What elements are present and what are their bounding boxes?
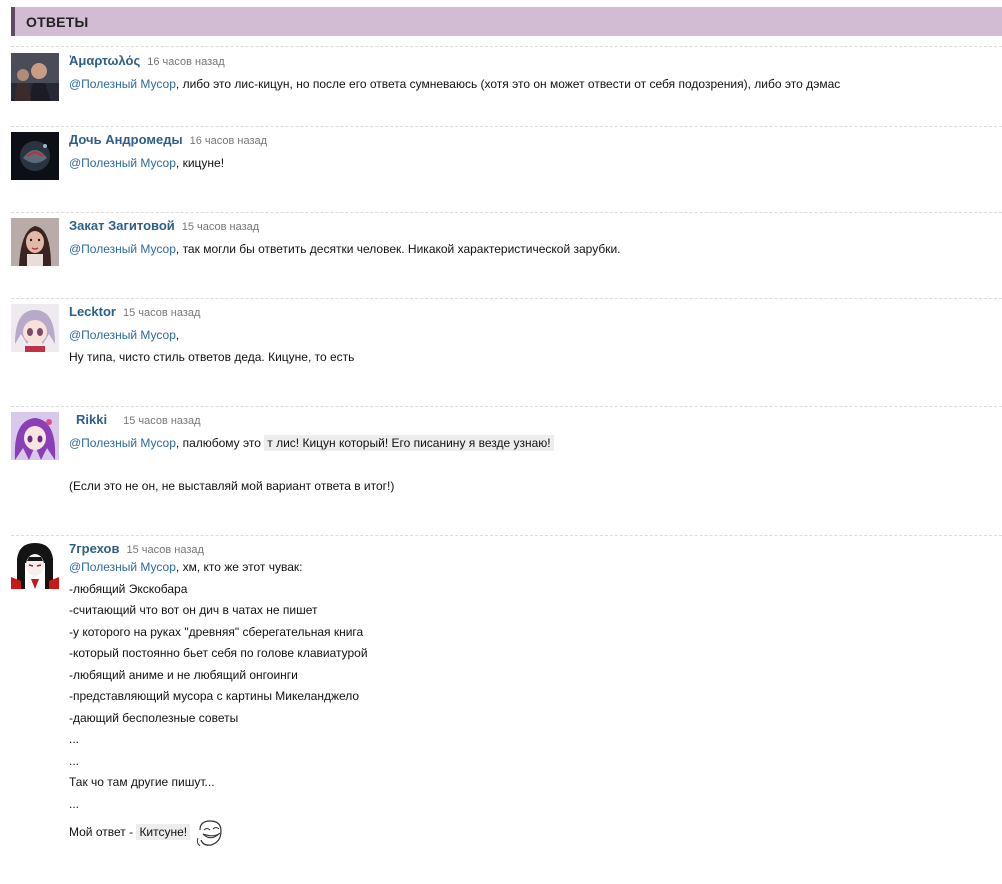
list-line: ... bbox=[69, 753, 80, 768]
comment-meta: 7грехов 15 часов назад bbox=[69, 541, 204, 556]
separator bbox=[11, 212, 1002, 213]
list-line: -у которого на руках "древняя" сберегате… bbox=[69, 624, 364, 639]
comment-meta: Rikki 15 часов назад bbox=[76, 412, 201, 427]
author-link[interactable]: Закат Загитовой bbox=[69, 218, 175, 233]
mention-link[interactable]: @Полезный Мусор bbox=[69, 156, 176, 170]
timestamp: 16 часов назад bbox=[147, 56, 225, 68]
list-line: Так чо там другие пишут... bbox=[69, 775, 215, 789]
author-link[interactable]: 7грехов bbox=[69, 541, 119, 556]
list-line: ... bbox=[69, 732, 80, 746]
text-fragment: , кицуне! bbox=[175, 156, 225, 170]
comment-text: @Полезный Мусор, либо это лис-кицун, но … bbox=[69, 74, 999, 96]
separator bbox=[11, 298, 1002, 299]
mention-link[interactable]: @Полезный Мусор bbox=[69, 560, 176, 574]
timestamp: 15 часов назад bbox=[123, 415, 201, 427]
separator bbox=[11, 46, 1002, 47]
section-title: ОТВЕТЫ bbox=[26, 14, 89, 30]
mention-link[interactable]: @Полезный Мусор bbox=[69, 328, 176, 342]
section-header: ОТВЕТЫ bbox=[11, 7, 1002, 36]
separator bbox=[11, 406, 1002, 407]
list-line: -любящий Экскобара bbox=[69, 581, 188, 596]
text-fragment: , хм, кто же этот чувак: bbox=[175, 560, 303, 574]
text-fragment: , bbox=[175, 328, 180, 342]
timestamp: 16 часов назад bbox=[189, 135, 268, 147]
list-line: -который постоянно бьет себя по голове к… bbox=[69, 646, 368, 660]
troll-face-emoticon-icon bbox=[194, 818, 224, 848]
mention-link[interactable]: @Полезный Мусор bbox=[69, 77, 176, 91]
author-link[interactable]: Ἀμαρτωλός bbox=[69, 53, 140, 68]
author-link[interactable]: Rikki bbox=[76, 412, 107, 427]
comment-meta: Ἀμαρτωλός 16 часов назад bbox=[69, 53, 225, 68]
separator bbox=[11, 126, 1002, 127]
timestamp: 15 часов назад bbox=[181, 221, 260, 233]
highlighted-answer: Китсуне! bbox=[136, 824, 191, 841]
answer-prefix: Мой ответ - bbox=[69, 825, 137, 840]
comment-meta: Lecktor 15 часов назад bbox=[69, 304, 200, 319]
mention-link[interactable]: @Полезный Мусор bbox=[69, 436, 176, 450]
timestamp: 15 часов назад bbox=[126, 544, 204, 556]
text-fragment: , либо это лис-кицун, но после его ответ… bbox=[175, 77, 841, 91]
comment-text: @Полезный Мусор, палюбому это т лис! Киц… bbox=[69, 433, 999, 498]
list-line: -представляющий мусора с картины Микелан… bbox=[69, 689, 360, 703]
comment-text: @Полезный Мусор, Ну типа, чисто стиль от… bbox=[69, 325, 999, 368]
comment-meta: Дочь Андромеды 16 часов назад bbox=[69, 132, 267, 147]
list-line: ... bbox=[69, 796, 80, 811]
comment-text: @Полезный Мусор, так могли бы ответить д… bbox=[69, 239, 999, 261]
separator bbox=[11, 535, 1002, 536]
comment-meta: Закат Загитовой 15 часов назад bbox=[69, 218, 259, 233]
text-fragment: , палюбому это bbox=[175, 436, 265, 450]
text-line: (Если это не он, не выставляй мой вариан… bbox=[69, 479, 395, 493]
avatar[interactable] bbox=[11, 132, 59, 180]
mention-link[interactable]: @Полезный Мусор bbox=[69, 242, 176, 256]
text-fragment: , так могли бы ответить десятки человек.… bbox=[175, 242, 621, 256]
avatar[interactable] bbox=[11, 541, 59, 589]
timestamp: 15 часов назад bbox=[122, 307, 201, 319]
avatar[interactable] bbox=[11, 218, 59, 266]
avatar[interactable] bbox=[11, 53, 59, 101]
list-line: -дающий бесполезные советы bbox=[69, 710, 239, 725]
author-link[interactable]: Lecktor bbox=[69, 304, 116, 319]
author-link[interactable]: Дочь Андромеды bbox=[69, 132, 183, 147]
comment-text: @Полезный Мусор, кицуне! bbox=[69, 153, 999, 175]
text-line: Ну типа, чисто стиль ответов деда. Кицун… bbox=[69, 349, 355, 364]
list-line: -любящий аниме и не любящий онгоинги bbox=[69, 667, 298, 682]
avatar[interactable] bbox=[11, 412, 59, 460]
list-line: -считающий что вот он дич в чатах не пиш… bbox=[69, 603, 318, 617]
highlighted-text: т лис! Кицун который! Его писанину я вез… bbox=[264, 435, 554, 451]
comment-text: @Полезный Мусор, хм, кто же этот чувак: … bbox=[69, 557, 999, 848]
avatar[interactable] bbox=[11, 304, 59, 352]
